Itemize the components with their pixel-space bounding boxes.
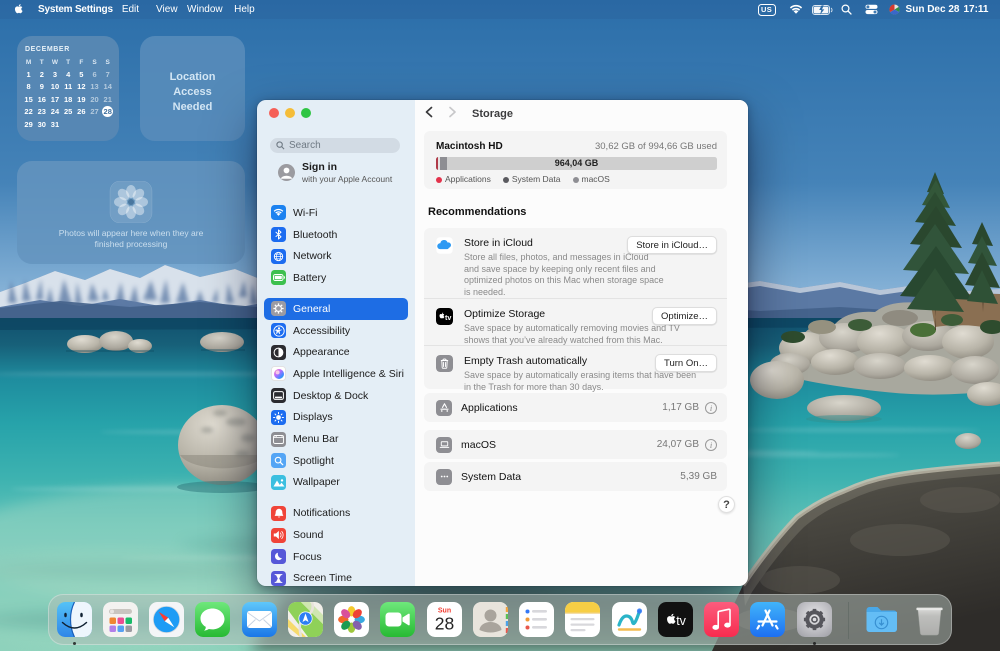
svg-text:tv: tv <box>445 313 451 322</box>
svg-text:tv: tv <box>676 614 686 628</box>
svg-text:28: 28 <box>434 614 453 634</box>
